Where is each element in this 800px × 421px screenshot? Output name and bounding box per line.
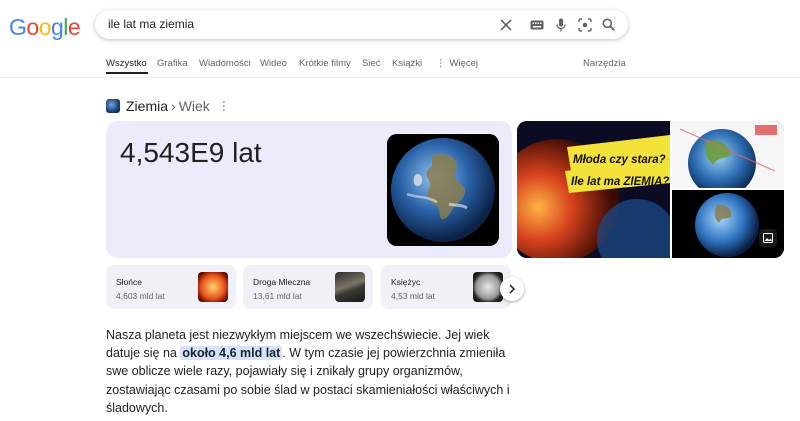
search-icon[interactable] bbox=[600, 16, 617, 33]
related-item-milky-way[interactable]: Droga Mleczna 13,61 mld lat bbox=[243, 265, 373, 309]
clear-icon[interactable] bbox=[497, 16, 514, 33]
google-logo[interactable]: Google bbox=[9, 14, 81, 41]
tools-button[interactable]: Narzędzia bbox=[583, 58, 626, 69]
breadcrumb-entity[interactable]: Ziemia bbox=[126, 98, 168, 114]
related-age: 4,603 mld lat bbox=[116, 291, 165, 301]
breadcrumb-separator: › bbox=[171, 98, 176, 114]
microphone-icon[interactable] bbox=[552, 16, 569, 33]
collage-caption-2: Ile lat ma ZIEMIA? bbox=[571, 176, 669, 188]
sun-image bbox=[198, 272, 228, 302]
tab-images[interactable]: Grafika bbox=[157, 58, 188, 69]
earth-image[interactable] bbox=[387, 134, 499, 246]
search-box[interactable]: ile lat ma ziemia bbox=[95, 10, 628, 39]
breadcrumb: Ziemia › Wiek ⋮ bbox=[106, 97, 230, 115]
more-options-icon[interactable]: ⋮ bbox=[218, 99, 230, 113]
breadcrumb-attribute: Wiek bbox=[178, 98, 210, 114]
next-arrow-button[interactable] bbox=[500, 277, 524, 301]
tab-more-label: Więcej bbox=[449, 58, 479, 69]
milky-way-image bbox=[335, 272, 365, 302]
tab-short-videos[interactable]: Krótkie filmy bbox=[299, 58, 351, 69]
search-results-page: Google ile lat ma ziemia Wszystko Grafik… bbox=[0, 0, 800, 421]
related-age: 13,61 mld lat bbox=[253, 291, 302, 301]
tab-videos[interactable]: Wideo bbox=[260, 58, 287, 69]
earth-icon bbox=[106, 99, 120, 113]
related-name: Słońce bbox=[116, 277, 142, 287]
related-item-sun[interactable]: Słońce 4,603 mld lat bbox=[106, 265, 236, 309]
related-name: Droga Mleczna bbox=[253, 277, 311, 287]
active-tab-indicator bbox=[106, 72, 148, 74]
related-item-moon[interactable]: Księżyc 4,53 mld lat bbox=[381, 265, 511, 309]
image-collage[interactable]: Młoda czy stara? Ile lat ma ZIEMIA? bbox=[517, 121, 784, 258]
related-age: 4,53 mld lat bbox=[391, 291, 435, 301]
related-name: Księżyc bbox=[391, 277, 421, 287]
keyboard-icon[interactable] bbox=[528, 16, 545, 33]
chevron-right-icon bbox=[509, 284, 516, 294]
description-text: Nasza planeta jest niezwykłym miejscem w… bbox=[106, 326, 516, 417]
camera-lens-icon[interactable] bbox=[576, 16, 593, 33]
tab-books[interactable]: Książki bbox=[392, 58, 422, 69]
tab-all[interactable]: Wszystko bbox=[106, 58, 147, 69]
answer-value: 4,543E9 lat bbox=[120, 137, 262, 168]
search-input[interactable]: ile lat ma ziemia bbox=[108, 17, 194, 31]
highlighted-answer: około 4,6 mld lat bbox=[180, 346, 283, 361]
moon-image bbox=[473, 272, 503, 302]
tab-news[interactable]: Wiadomości bbox=[199, 58, 251, 69]
image-gallery-icon[interactable] bbox=[759, 229, 777, 247]
tab-web[interactable]: Sieć bbox=[362, 58, 380, 69]
tab-more[interactable]: ⋮ Więcej bbox=[436, 58, 478, 69]
answer-card: 4,543E9 lat bbox=[106, 121, 512, 258]
collage-caption-1: Młoda czy stara? bbox=[573, 154, 666, 166]
more-vert-icon: ⋮ bbox=[436, 58, 446, 69]
header-divider bbox=[0, 77, 800, 78]
